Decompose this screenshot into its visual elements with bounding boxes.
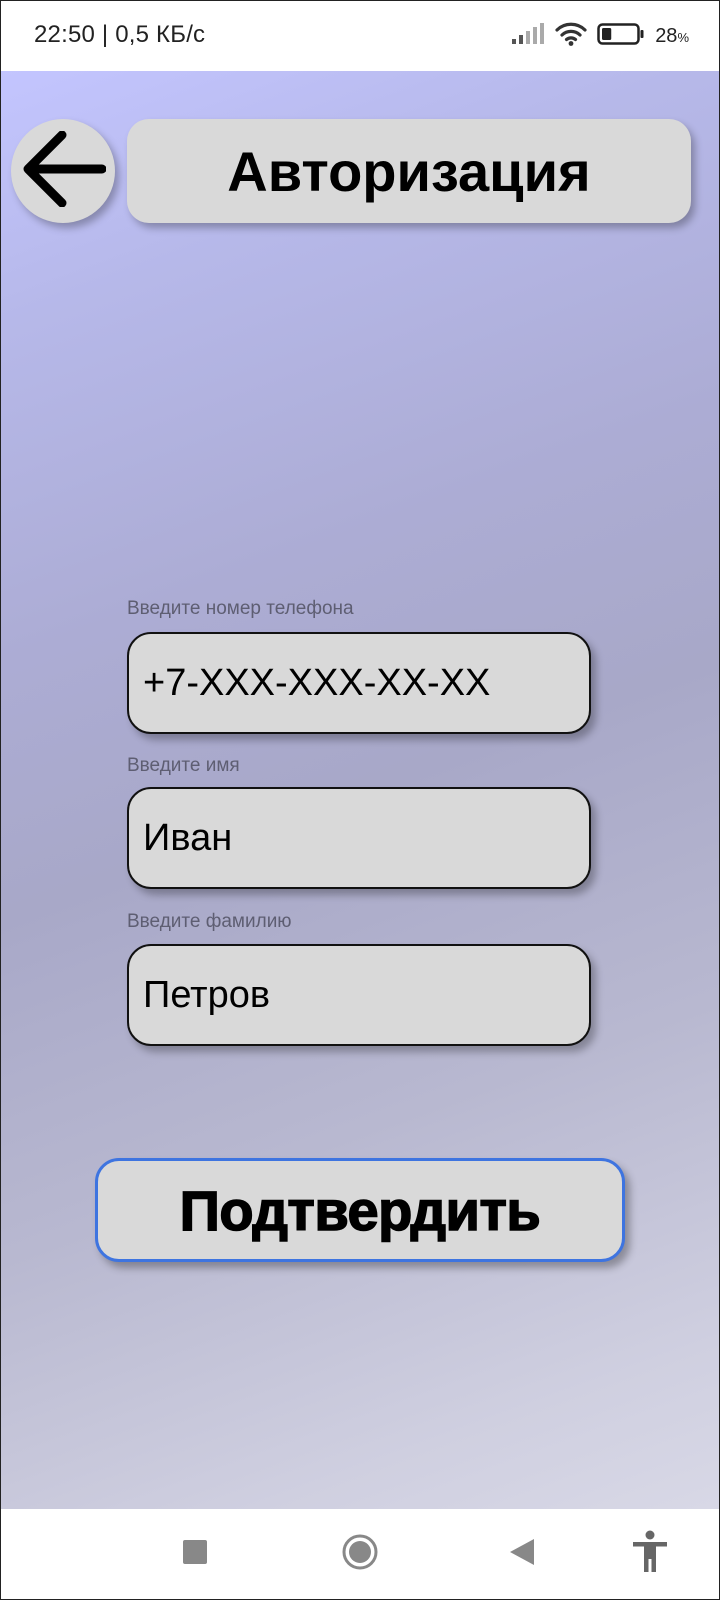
signal-icon — [511, 22, 545, 50]
main-content: Авторизация Введите номер телефона Введи… — [1, 71, 719, 1509]
recents-button[interactable] — [170, 1529, 220, 1579]
nav-back-button[interactable] — [497, 1529, 547, 1579]
last-name-label: Введите фамилию — [127, 911, 292, 932]
last-name-field — [127, 944, 591, 1046]
navigation-bar — [1, 1509, 719, 1599]
phone-field — [127, 632, 591, 734]
arrow-left-icon — [20, 130, 107, 212]
back-button[interactable] — [11, 119, 115, 223]
accessibility-button[interactable] — [625, 1529, 675, 1579]
accessibility-icon — [630, 1530, 670, 1579]
status-icons: 28% — [511, 19, 689, 53]
status-bar: 22:50 | 0,5 КБ/с 28% — [1, 1, 719, 71]
wifi-icon — [555, 21, 587, 52]
back-triangle-icon — [508, 1537, 536, 1572]
last-name-input[interactable] — [129, 946, 589, 1044]
first-name-input[interactable] — [129, 789, 589, 887]
confirm-button-label: Подтвердить — [179, 1178, 542, 1243]
home-button[interactable] — [335, 1529, 385, 1579]
title-box: Авторизация — [127, 119, 691, 223]
first-name-label: Введите имя — [127, 755, 240, 776]
phone-input[interactable] — [129, 634, 589, 732]
page-title: Авторизация — [227, 139, 591, 203]
home-circle-icon — [341, 1533, 379, 1576]
battery-icon — [597, 22, 645, 50]
phone-screen: 22:50 | 0,5 КБ/с 28% Авторизация Введите… — [0, 0, 720, 1600]
recents-square-icon — [182, 1539, 208, 1570]
battery-percent: 28% — [655, 24, 689, 47]
status-time-speed: 22:50 | 0,5 КБ/с — [34, 21, 206, 48]
first-name-field — [127, 787, 591, 889]
phone-label: Введите номер телефона — [127, 598, 354, 619]
confirm-button[interactable]: Подтвердить — [95, 1158, 625, 1262]
